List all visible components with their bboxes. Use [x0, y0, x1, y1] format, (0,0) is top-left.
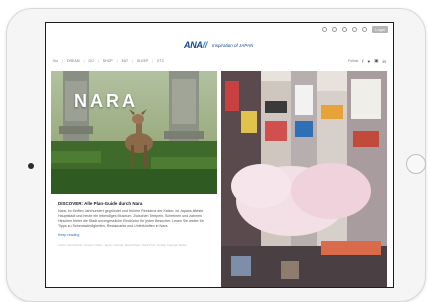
- ana-logo: ANA//: [184, 40, 208, 50]
- article-tags: Kultur, Geschichte, Tempel, Natur, Japan…: [58, 243, 187, 247]
- login-button[interactable]: Login: [372, 26, 388, 33]
- nav-item[interactable]: DO: [89, 59, 94, 63]
- cart-icon[interactable]: [352, 27, 357, 32]
- nav-item[interactable]: DREAM: [67, 59, 80, 63]
- nav-item[interactable]: SLEEP: [137, 59, 148, 63]
- main-nav: Kul | DREAM | DO | SHOP | EAT | SLEEP | ETC Fo…: [53, 58, 386, 64]
- nav-item[interactable]: ETC: [157, 59, 164, 63]
- utility-icons: [322, 27, 367, 32]
- featured-overlay-title: NARA: [74, 91, 138, 111]
- top-bar: Login: [46, 23, 393, 37]
- nav-item[interactable]: Kul: [53, 59, 58, 63]
- menu-icon[interactable]: [362, 27, 367, 32]
- facebook-icon[interactable]: f: [362, 59, 363, 64]
- twitter-icon[interactable]: ♥: [368, 59, 371, 64]
- nara-photo: [51, 71, 217, 194]
- user-icon[interactable]: [342, 27, 347, 32]
- featured-article: DISCOVER: Alle Plan-Guide durch Nara Nar…: [58, 201, 208, 248]
- city-street-photo: [221, 71, 387, 287]
- nav-item[interactable]: EAT: [122, 59, 129, 63]
- follow-label: Follow: [348, 59, 359, 63]
- follow-bar: Follow f ♥ ▣ in: [348, 58, 386, 64]
- city-card[interactable]: [221, 71, 387, 287]
- featured-card[interactable]: NARA DISCOVER: Alle Plan-Guide durch Nar…: [51, 71, 217, 287]
- instagram-icon[interactable]: ▣: [374, 58, 378, 64]
- linkedin-icon[interactable]: in: [382, 59, 386, 64]
- home-button[interactable]: [406, 154, 426, 174]
- article-body: Nara, im fünften Jahrhundert gegründet u…: [58, 209, 204, 228]
- front-camera: [28, 163, 34, 169]
- read-more-link[interactable]: Keep reading: [58, 233, 208, 237]
- globe-icon[interactable]: [332, 27, 337, 32]
- brand-tagline: Inspiration of JAPAN: [212, 42, 254, 48]
- screen: Login ANA// Inspiration of JAPAN Kul | DR…: [45, 22, 394, 288]
- article-title[interactable]: DISCOVER: Alle Plan-Guide durch Nara: [58, 201, 208, 206]
- brand[interactable]: ANA// Inspiration of JAPAN: [184, 40, 253, 50]
- nav-item[interactable]: SHOP: [103, 59, 113, 63]
- search-icon[interactable]: [322, 27, 327, 32]
